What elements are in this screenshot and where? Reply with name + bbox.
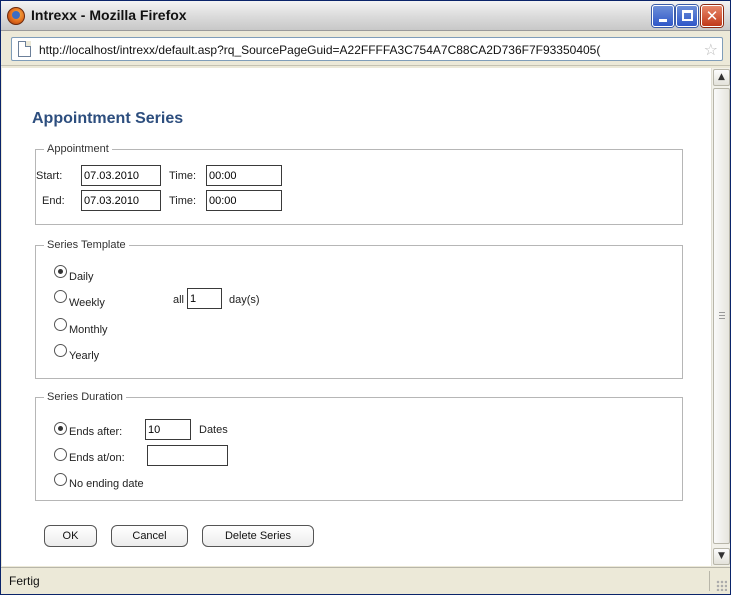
end-time-input[interactable] [206, 190, 282, 211]
ends-on-input[interactable] [147, 445, 228, 466]
start-label: Start: [36, 170, 63, 182]
title-bar[interactable]: Intrexx - Mozilla Firefox ✕ [1, 1, 730, 31]
address-bar: http://localhost/intrexx/default.asp?rq_… [1, 32, 730, 66]
radio-no-ending[interactable] [54, 473, 67, 486]
scroll-thumb[interactable] [713, 88, 730, 544]
maximize-button[interactable] [676, 5, 698, 27]
start-time-input[interactable] [206, 165, 282, 186]
vertical-scrollbar[interactable]: ▲ ▼ [711, 68, 730, 566]
minimize-button[interactable] [652, 5, 674, 27]
scroll-down-button[interactable]: ▼ [713, 548, 730, 565]
minimize-icon [659, 19, 667, 22]
radio-weekly[interactable] [54, 290, 67, 303]
ends-on-label: Ends at/on: [69, 452, 125, 464]
window-title: Intrexx - Mozilla Firefox [31, 7, 187, 23]
radio-daily[interactable] [54, 265, 67, 278]
bookmark-star-icon[interactable]: ☆ [704, 40, 718, 59]
yearly-label: Yearly [69, 350, 100, 362]
interval-input[interactable] [187, 288, 222, 309]
ends-after-input[interactable] [145, 419, 191, 440]
radio-ends-after[interactable] [54, 422, 67, 435]
status-bar: Fertig [1, 567, 730, 594]
weekly-label: Weekly [69, 297, 105, 309]
interval-unit-label: day(s) [229, 294, 260, 306]
radio-yearly[interactable] [54, 344, 67, 357]
end-label: End: [42, 195, 65, 207]
status-text: Fertig [9, 574, 40, 588]
end-time-label: Time: [169, 195, 197, 207]
maximize-icon [682, 10, 693, 21]
url-field[interactable]: http://localhost/intrexx/default.asp?rq_… [11, 37, 723, 61]
status-divider [709, 571, 710, 591]
page-title: Appointment Series [32, 110, 184, 127]
appointment-legend: Appointment [47, 143, 109, 155]
close-button[interactable]: ✕ [701, 5, 723, 27]
page-content: Appointment Series Appointment Start: Ti… [2, 68, 711, 566]
scroll-grip-icon [719, 312, 725, 319]
start-date-input[interactable] [81, 165, 161, 186]
start-time-label: Time: [169, 170, 197, 182]
series-duration-legend: Series Duration [47, 391, 123, 403]
url-text[interactable]: http://localhost/intrexx/default.asp?rq_… [39, 43, 689, 57]
close-icon: ✕ [705, 7, 719, 25]
no-ending-label: No ending date [69, 478, 144, 490]
delete-series-button[interactable]: Delete Series [202, 525, 314, 547]
ok-button[interactable]: OK [44, 525, 97, 547]
cancel-button[interactable]: Cancel [111, 525, 188, 547]
series-template-legend: Series Template [47, 239, 126, 251]
dates-label: Dates [199, 424, 228, 436]
radio-monthly[interactable] [54, 318, 67, 331]
monthly-label: Monthly [69, 324, 108, 336]
daily-label: Daily [69, 271, 94, 283]
page-icon [18, 41, 31, 57]
browser-window: Intrexx - Mozilla Firefox ✕ http://local… [0, 0, 731, 595]
firefox-icon [7, 7, 25, 25]
series-template-fieldset: Series Template [35, 239, 683, 379]
end-date-input[interactable] [81, 190, 161, 211]
radio-ends-on[interactable] [54, 448, 67, 461]
resize-grip-icon[interactable] [716, 580, 727, 591]
interval-prefix-label: all [173, 294, 185, 306]
ends-after-label: Ends after: [69, 426, 123, 438]
scroll-up-button[interactable]: ▲ [713, 69, 730, 86]
